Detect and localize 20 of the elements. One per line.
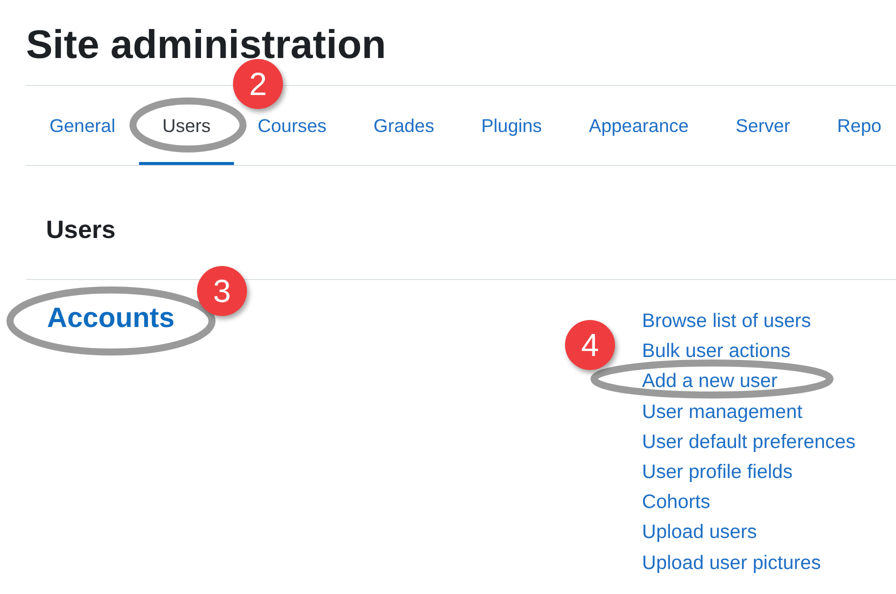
admin-link[interactable]: Browse list of users xyxy=(642,306,856,336)
step-badge: 4 xyxy=(565,320,615,370)
admin-link[interactable]: Bulk user actions xyxy=(642,336,856,366)
nav-tab[interactable]: Grades xyxy=(350,115,458,165)
nav-tab[interactable]: Plugins xyxy=(458,115,566,165)
admin-link[interactable]: User profile fields xyxy=(642,457,856,488)
section-heading: Users xyxy=(45,215,116,246)
nav-tab[interactable]: Appearance xyxy=(565,115,712,165)
nav-tab[interactable]: General xyxy=(26,115,139,165)
admin-link[interactable]: User management xyxy=(642,396,856,427)
nav-tab[interactable]: Server xyxy=(712,115,814,165)
nav-tab[interactable]: Repo xyxy=(814,115,896,165)
admin-link[interactable]: Add a new user xyxy=(642,366,856,397)
step-badge: 3 xyxy=(197,266,247,316)
admin-link[interactable]: Cohorts xyxy=(642,487,856,518)
admin-link[interactable]: User default preferences xyxy=(642,426,856,458)
nav-tab[interactable]: Courses xyxy=(234,115,350,165)
admin-link[interactable]: Upload users xyxy=(642,517,856,548)
step-badge: 2 xyxy=(233,59,283,109)
admin-link[interactable]: Upload user pictures xyxy=(642,548,856,578)
